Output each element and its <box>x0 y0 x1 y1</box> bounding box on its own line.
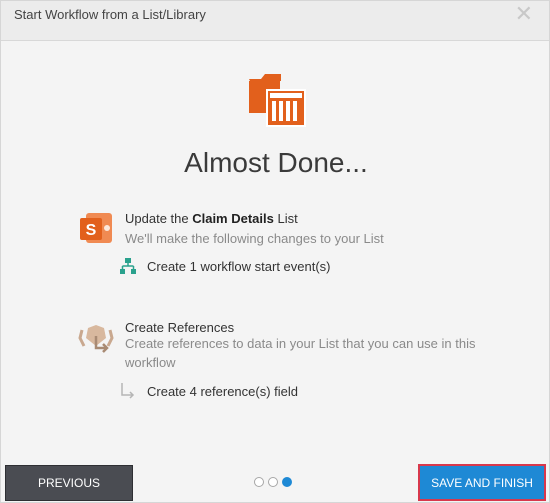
progress-dots <box>254 477 296 489</box>
step-description: Create references to data in your List t… <box>125 336 476 370</box>
save-and-finish-button[interactable]: SAVE AND FINISH <box>418 464 546 501</box>
references-icon <box>78 325 114 353</box>
step-title-suffix: List <box>273 211 298 226</box>
progress-dot-1 <box>254 477 264 487</box>
folder-list-icon <box>249 74 306 127</box>
dialog-footer: PREVIOUS SAVE AND FINISH <box>1 456 549 502</box>
svg-text:S: S <box>86 222 97 239</box>
step-description: We'll make the following changes to your… <box>125 231 384 246</box>
step-title: Create References <box>125 320 235 335</box>
step-action: Create 4 reference(s) field <box>147 384 299 399</box>
step-action: Create 1 workflow start event(s) <box>147 259 331 274</box>
sharepoint-icon: S <box>80 213 112 243</box>
close-icon[interactable]: ✕ <box>515 3 533 25</box>
page-heading: Almost Done... <box>184 147 368 178</box>
dialog-header: Start Workflow from a List/Library ✕ <box>1 1 549 41</box>
progress-dot-2 <box>268 477 278 487</box>
arrow-return-icon <box>121 383 135 399</box>
step-update-list: S Update the Claim Details List We'll ma… <box>1 209 550 289</box>
start-workflow-dialog: Start Workflow from a List/Library ✕ Alm… <box>0 0 550 503</box>
step-title-prefix: Update the <box>125 211 193 226</box>
step-title: Update the Claim Details List <box>125 211 298 226</box>
step-create-references: Create References Create references to d… <box>1 318 550 408</box>
progress-dot-3-active <box>282 477 292 487</box>
previous-button[interactable]: PREVIOUS <box>5 465 133 501</box>
dialog-title: Start Workflow from a List/Library <box>14 7 206 22</box>
list-name: Claim Details <box>192 211 274 226</box>
workflow-tree-icon <box>120 258 136 274</box>
